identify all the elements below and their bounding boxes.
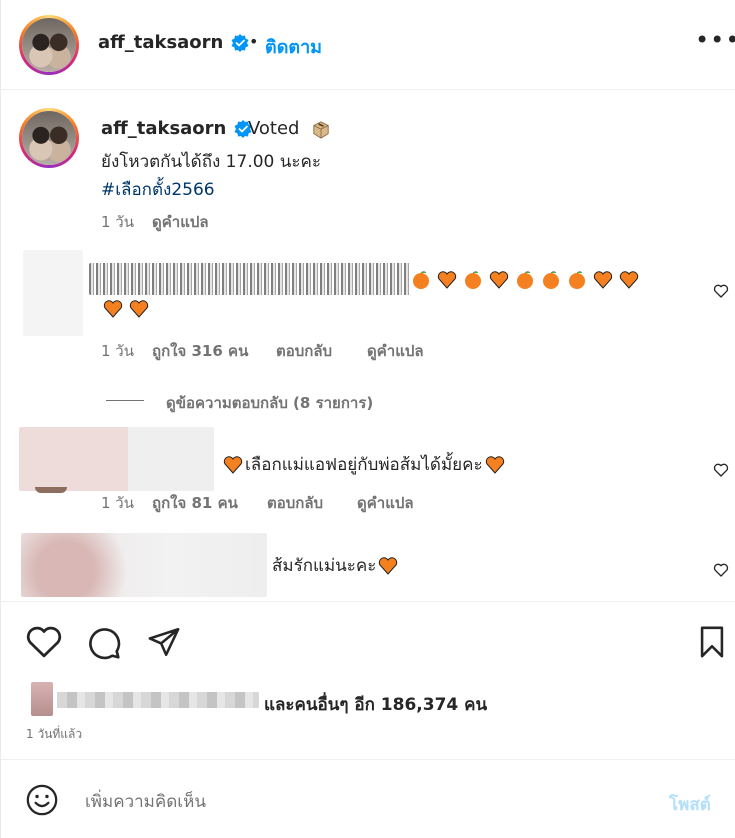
comment-user-blurred[interactable] xyxy=(19,427,214,491)
comment-like-heart-icon[interactable] xyxy=(713,562,729,578)
comment-likes-count[interactable]: ถูกใจ 316 คน xyxy=(152,339,248,363)
post-dialog: aff_taksaorn • ติดตาม ••• aff_taksaorn V… xyxy=(0,0,735,838)
comment-like-heart-icon[interactable] xyxy=(713,283,729,299)
liked-by-blurred[interactable] xyxy=(29,682,259,716)
comment-avatar-blurred[interactable] xyxy=(23,250,83,336)
comment-emoji-row xyxy=(411,270,645,290)
comment-text: ส้มรักแม่นะคะ xyxy=(272,556,377,576)
tangerine-icon xyxy=(517,271,533,289)
caption-time[interactable]: 1 วัน xyxy=(101,210,134,234)
orange-heart-icon xyxy=(103,300,123,318)
tangerine-icon xyxy=(569,271,585,289)
follow-button[interactable]: ติดตาม xyxy=(265,32,322,61)
tangerine-icon xyxy=(413,271,429,289)
bookmark-icon[interactable] xyxy=(695,625,729,659)
comment-like-heart-icon[interactable] xyxy=(713,462,729,478)
ballot-box-icon xyxy=(313,121,329,139)
post-time-ago[interactable]: 1 วันที่แล้ว xyxy=(26,725,82,744)
tangerine-icon xyxy=(543,271,559,289)
replies-divider xyxy=(106,400,144,401)
more-options-button[interactable]: ••• xyxy=(695,26,735,54)
send-icon[interactable] xyxy=(146,625,182,659)
comment-text-row: เลือกแม่แอฟอยู่กับพ่อส้มได้มั้ยคะ xyxy=(223,451,511,478)
tangerine-icon xyxy=(465,271,481,289)
comment-reply-button[interactable]: ตอบกลับ xyxy=(267,491,323,515)
comment-username-blurred[interactable] xyxy=(89,263,411,295)
orange-heart-icon xyxy=(129,300,149,318)
orange-heart-icon xyxy=(223,456,243,474)
composer-divider xyxy=(1,759,735,760)
caption-text: ยังโหวตกันได้ถึง 17.00 นะคะ xyxy=(101,152,322,172)
heart-icon[interactable] xyxy=(25,625,63,659)
caption-voted-text: Voted xyxy=(248,118,300,139)
caption-translate-link[interactable]: ดูคำแปล xyxy=(152,210,209,234)
orange-heart-icon xyxy=(489,271,509,289)
comment-likes-count[interactable]: ถูกใจ 81 คน xyxy=(152,491,238,515)
comment-input[interactable] xyxy=(85,788,645,816)
caption-author-avatar[interactable] xyxy=(19,108,79,168)
comment-time[interactable]: 1 วัน xyxy=(101,339,134,363)
comment-avatar-edge xyxy=(35,487,67,493)
comment-translate-link[interactable]: ดูคำแปล xyxy=(367,339,424,363)
comment-translate-link[interactable]: ดูคำแปล xyxy=(357,491,414,515)
orange-heart-icon xyxy=(485,456,504,474)
post-header: aff_taksaorn • ติดตาม ••• xyxy=(1,0,735,90)
author-username[interactable]: aff_taksaorn xyxy=(98,32,250,53)
comment-user-blurred[interactable] xyxy=(21,533,267,597)
caption-username[interactable]: aff_taksaorn xyxy=(101,118,253,139)
emoji-picker-icon[interactable] xyxy=(25,783,59,817)
orange-heart-icon xyxy=(379,557,398,575)
comment-emoji-row-2 xyxy=(103,299,155,319)
header-separator: • xyxy=(249,32,259,51)
comment-reply-button[interactable]: ตอบกลับ xyxy=(276,339,332,363)
comment-icon[interactable] xyxy=(86,625,122,661)
caption-hashtag-link[interactable]: #เลือกตั้ง2566 xyxy=(101,176,215,203)
view-replies-button[interactable]: ดูข้อความตอบกลับ (8 รายการ) xyxy=(166,391,373,415)
author-avatar[interactable] xyxy=(19,15,79,75)
orange-heart-icon xyxy=(437,271,457,289)
likes-summary[interactable]: และคนอื่นๆ อีก 186,374 คน xyxy=(264,691,487,718)
comment-text: เลือกแม่แอฟอยู่กับพ่อส้มได้มั้ยคะ xyxy=(245,455,483,475)
actions-divider xyxy=(1,601,735,602)
comment-text-row: ส้มรักแม่นะคะ xyxy=(272,552,404,579)
post-comment-button[interactable]: โพสต์ xyxy=(669,791,711,818)
orange-heart-icon xyxy=(593,271,613,289)
orange-heart-icon xyxy=(619,271,639,289)
comment-time[interactable]: 1 วัน xyxy=(101,491,134,515)
verified-badge-icon xyxy=(231,34,249,52)
